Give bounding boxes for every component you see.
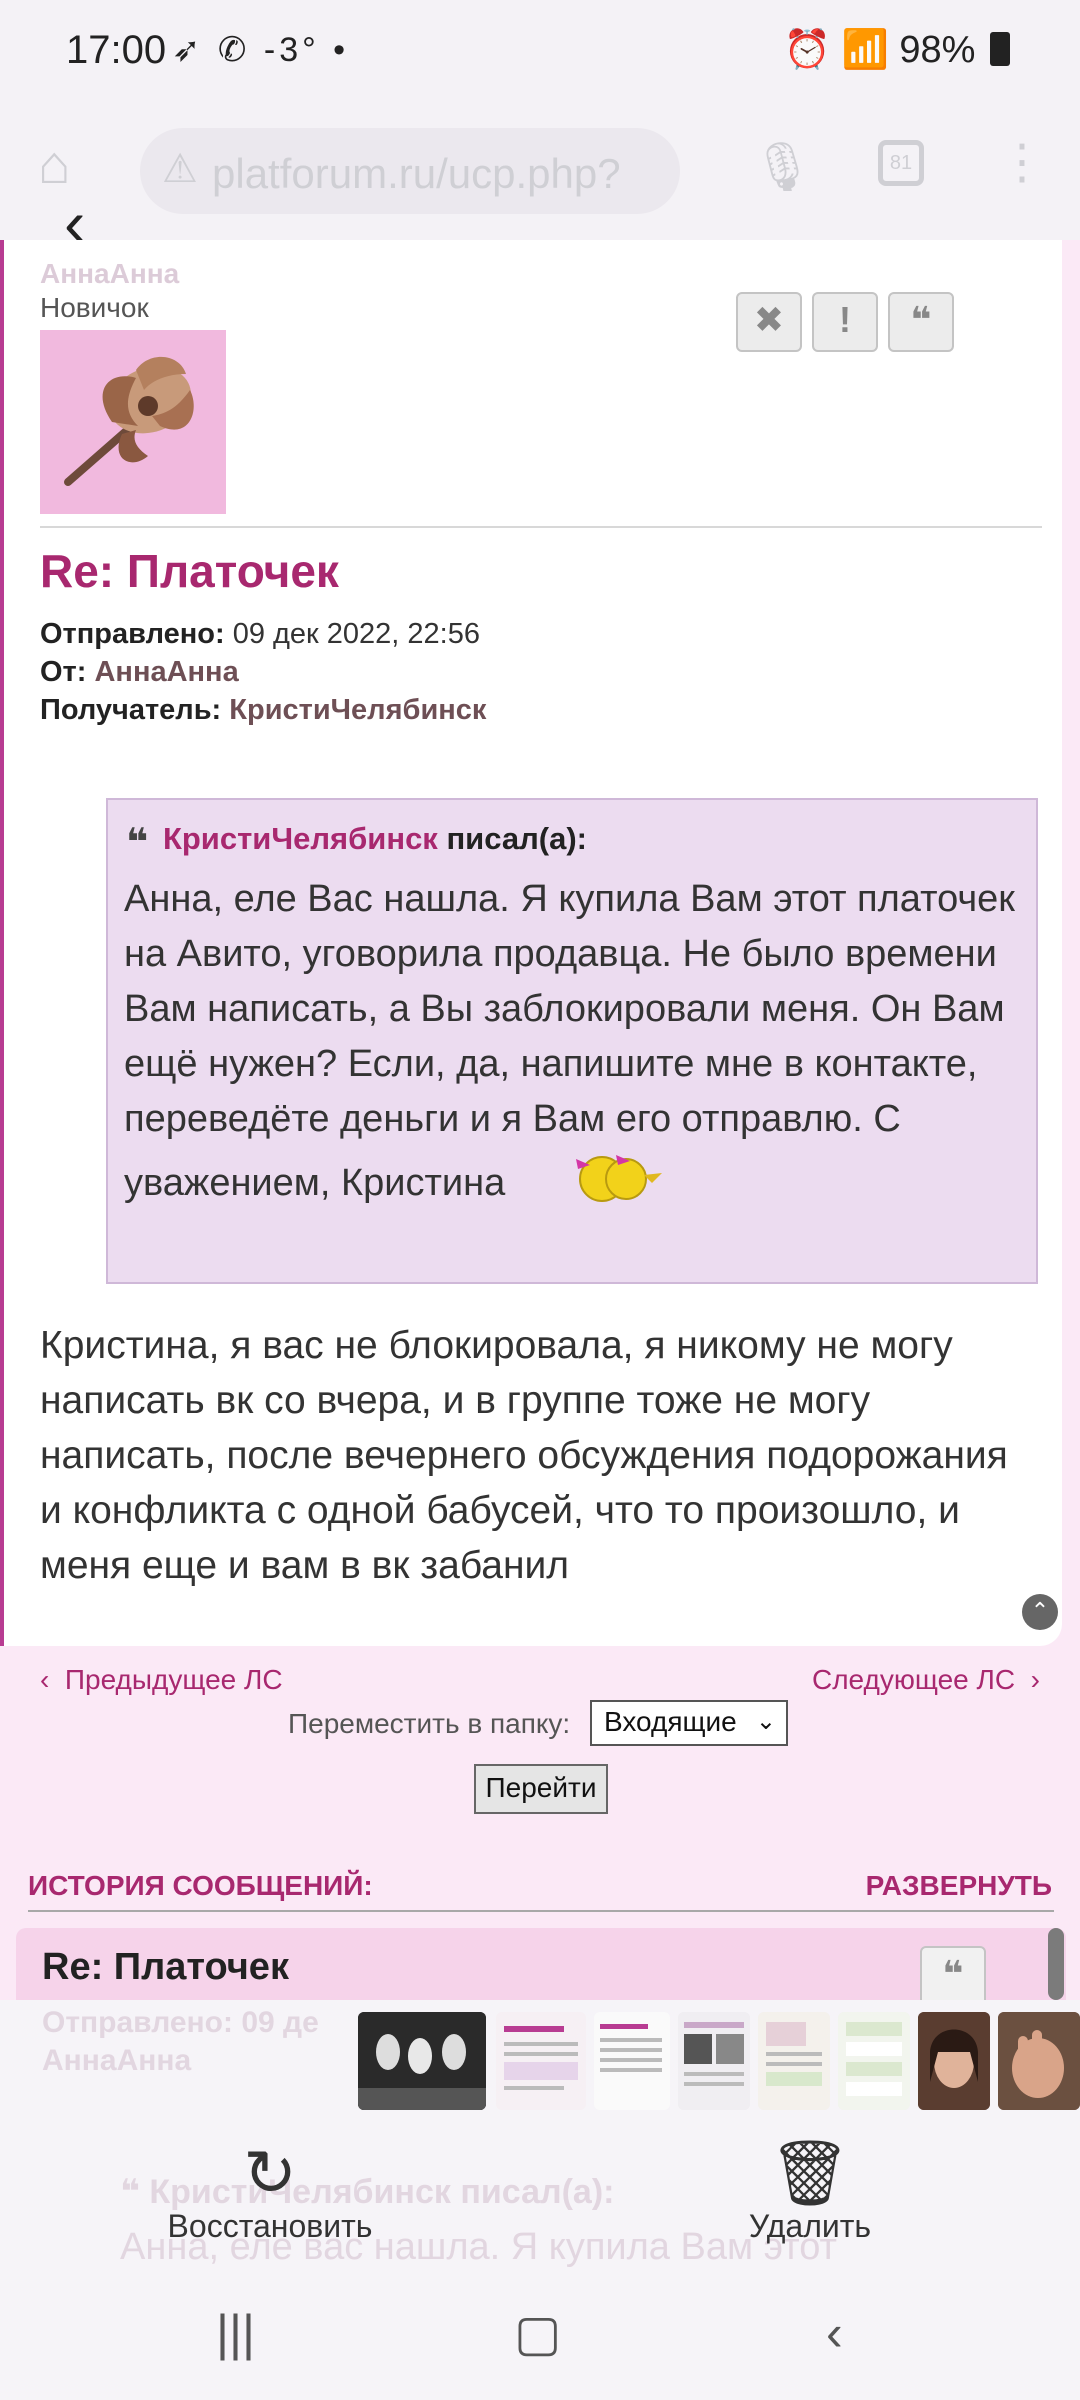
quote-text-container: Анна, еле Вас нашла. Я купила Вам этот п… — [124, 872, 1024, 1211]
history-quote-wrote: писал(а): — [460, 2173, 615, 2211]
prev-message-label: Предыдущее ЛС — [64, 1664, 283, 1695]
divider — [40, 526, 1042, 528]
battery-icon — [990, 32, 1010, 66]
recipient-user-link[interactable]: КристиЧелябинск — [229, 694, 486, 726]
address-text: platforum.ru/ucp.php? — [212, 150, 621, 197]
recipient-row: Получатель: КристиЧелябинск — [40, 694, 486, 727]
battery-percent: 98% — [899, 29, 976, 71]
author-rank: Новичок — [40, 292, 149, 323]
move-to-folder-label: Переместить в папку: — [288, 1708, 571, 1739]
restore-label: Восстановить — [167, 2208, 373, 2244]
sent-label: Отправлено: — [40, 618, 225, 650]
system-navigation-bar: ||| ▢ ‹ — [0, 2268, 1080, 2400]
delete-label: Удалить — [748, 2208, 872, 2244]
dried-flower-image — [40, 330, 226, 514]
exclamation-icon: ! — [839, 299, 851, 340]
folder-select-value: Входящие — [604, 1706, 737, 1737]
close-icon: ✖ — [753, 299, 785, 340]
browser-toolbar: ⌂ ⚠ platforum.ru/ucp.php? 🎙 81 ⋮ — [0, 104, 1080, 240]
thumbnail-ballet[interactable] — [358, 2012, 486, 2110]
alarm-icon: ⏰ — [783, 29, 831, 71]
quote-author-link[interactable]: КристиЧелябинск — [163, 821, 438, 856]
from-row: От: АннаАнна — [40, 656, 239, 689]
thumbnail-portrait[interactable] — [918, 2012, 990, 2110]
chevron-left-icon: ‹ — [40, 1664, 65, 1695]
scrollbar[interactable] — [1048, 1928, 1064, 2000]
history-item-title: Re: Платочек — [42, 1946, 289, 1988]
quote-block: ❝ КристиЧелябинск писал(а): Анна, еле Ва… — [106, 798, 1038, 1284]
status-time: 17:00 — [66, 28, 167, 72]
tab-count-button[interactable]: 81 — [878, 140, 924, 186]
go-button[interactable]: Перейти — [474, 1764, 608, 1814]
home-button-icon[interactable]: ▢ — [514, 2304, 561, 2362]
chevron-right-icon: › — [1015, 1664, 1040, 1695]
back-icon[interactable]: ‹ — [826, 2304, 843, 2362]
thumbnail-screenshot-3[interactable] — [678, 2012, 750, 2110]
from-label: От: — [40, 656, 87, 688]
chevron-down-icon: ⌄ — [755, 1708, 776, 1735]
more-menu-icon[interactable]: ⋮ — [998, 134, 1046, 190]
quote-icon: ❝ — [910, 299, 932, 340]
folder-select[interactable]: Входящие ⌄ — [590, 1700, 788, 1746]
restore-button[interactable]: ↻ Восстановить — [160, 2138, 380, 2245]
quote-post-button[interactable]: ❝ — [888, 292, 954, 352]
wifi-icon: 📶 — [841, 29, 889, 71]
next-message-link[interactable]: Следующее ЛС › — [812, 1664, 1040, 1696]
smiley-icon — [556, 1147, 666, 1203]
recent-apps-icon[interactable]: ||| — [216, 2304, 255, 2362]
report-post-button[interactable]: ! — [812, 292, 878, 352]
history-item-sent: Отправлено: 09 де — [42, 2006, 319, 2039]
delete-post-button[interactable]: ✖ — [736, 292, 802, 352]
history-title: ИСТОРИЯ СООБЩЕНИЙ: — [28, 1870, 373, 1901]
recipient-label: Получатель: — [40, 694, 222, 726]
address-bar[interactable]: ⚠ platforum.ru/ucp.php? — [140, 128, 680, 214]
thumbnail-screenshot-1[interactable] — [496, 2012, 586, 2110]
quote-wrote-label: писал(а): — [446, 821, 587, 856]
sent-value: 09 дек 2022, 22:56 — [232, 618, 480, 650]
thumbnail-hand[interactable] — [998, 2012, 1080, 2110]
post-title: Re: Платочек — [40, 545, 339, 597]
next-message-label: Следующее ЛС — [812, 1664, 1016, 1695]
warning-icon: ⚠ — [162, 147, 198, 191]
history-divider — [28, 1910, 1054, 1912]
post-author-name[interactable]: АннаАнна — [40, 258, 179, 290]
quote-icon: ❝ — [120, 2173, 150, 2211]
delete-button[interactable]: 🗑 Удалить — [710, 2138, 910, 2245]
quote-icon: ❝ — [942, 1953, 964, 1994]
status-bar: 17:00 ➶ ✆ -3° • ⏰ 📶 98% — [0, 0, 1080, 104]
history-expand-link[interactable]: РАЗВЕРНУТЬ — [866, 1870, 1052, 1902]
reply-text: Кристина, я вас не блокировала, я никому… — [40, 1324, 1008, 1587]
status-right: ⏰ 📶 98% — [784, 28, 1010, 72]
prev-message-link[interactable]: ‹ Предыдущее ЛС — [40, 1664, 283, 1696]
thumbnail-screenshot-5[interactable] — [838, 2012, 910, 2110]
restore-icon: ↻ — [243, 2137, 297, 2209]
from-user-link[interactable]: АннаАнна — [94, 656, 238, 688]
thumbnail-screenshot-4[interactable] — [758, 2012, 830, 2110]
avatar — [40, 330, 226, 514]
thumbnail-screenshot-2[interactable] — [594, 2012, 670, 2110]
status-notification-icons: ➶ ✆ -3° • — [172, 31, 350, 69]
sent-row: Отправлено: 09 дек 2022, 22:56 — [40, 618, 480, 651]
trash-icon: 🗑 — [769, 2137, 851, 2209]
back-to-top-icon[interactable]: ⌃ — [1022, 1594, 1058, 1630]
quote-icon: ❝ — [126, 822, 149, 864]
history-quote-button[interactable]: ❝ — [920, 1946, 986, 2006]
microphone-icon[interactable]: 🎙 — [752, 138, 813, 195]
quote-header: ❝ КристиЧелябинск писал(а): — [126, 820, 587, 865]
history-item-author: АннаАнна — [42, 2044, 192, 2077]
